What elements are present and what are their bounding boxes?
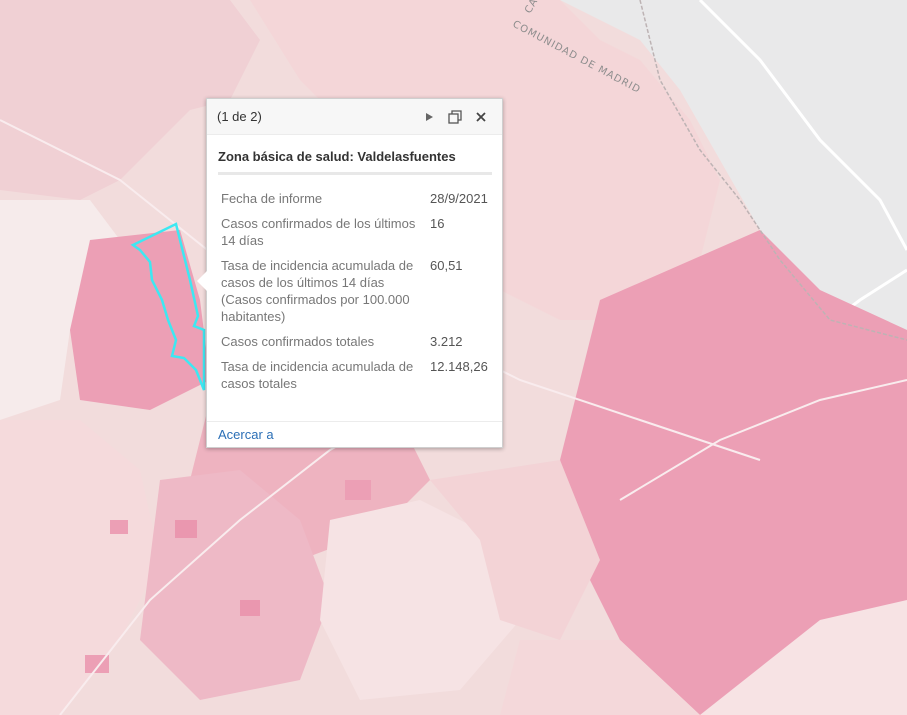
dock-icon [448, 109, 462, 124]
next-feature-button[interactable] [418, 106, 440, 128]
attribute-key: Casos confirmados de los últimos 14 días [221, 216, 416, 248]
attribute-row: Tasa de incidencia acumulada de casos to… [218, 355, 494, 397]
attribute-key: Fecha de informe [221, 191, 323, 206]
feature-popup: (1 de 2) Zona básica de salud: Valdelasf… [197, 98, 503, 448]
popup-title: Zona básica de salud: Valdelasfuentes [218, 149, 492, 175]
attribute-key: Casos confirmados totales [221, 334, 375, 349]
attribute-value: 60,51 [430, 258, 463, 273]
attribute-value: 3.212 [430, 334, 463, 349]
attribute-value: 12.148,26 [430, 359, 488, 374]
attribute-key: Tasa de incidencia acumulada de casos to… [221, 359, 414, 391]
attribute-row: Casos confirmados de los últimos 14 días… [218, 212, 494, 254]
popup-pointer [197, 271, 207, 291]
close-icon [476, 111, 486, 122]
attribute-row: Tasa de incidencia acumulada de casos de… [218, 254, 494, 330]
popup-body: Zona básica de salud: Valdelasfuentes Fe… [207, 135, 502, 397]
attribute-value: 16 [430, 216, 445, 231]
attribute-table: Fecha de informe 28/9/2021 Casos confirm… [218, 187, 494, 397]
popup-footer: Acercar a [207, 421, 502, 447]
popup-feature-count: (1 de 2) [217, 109, 262, 124]
attribute-value: 28/9/2021 [430, 191, 488, 206]
zoom-to-link[interactable]: Acercar a [218, 427, 274, 442]
dock-popup-button[interactable] [444, 106, 466, 128]
close-popup-button[interactable] [470, 106, 492, 128]
attribute-key: Tasa de incidencia acumulada de casos de… [221, 258, 414, 324]
attribute-row: Casos confirmados totales 3.212 [218, 330, 494, 355]
popup-header: (1 de 2) [207, 99, 502, 135]
attribute-row: Fecha de informe 28/9/2021 [218, 187, 494, 212]
play-icon [426, 112, 433, 121]
